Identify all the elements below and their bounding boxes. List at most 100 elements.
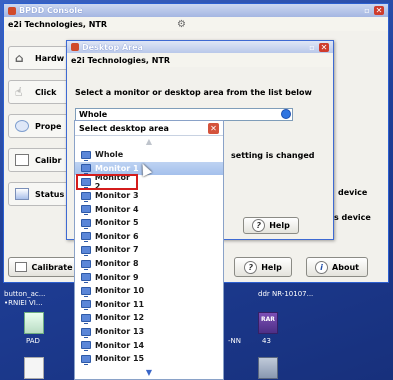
monitor-icon	[81, 273, 91, 284]
dropdown-close-icon[interactable]: ✕	[208, 122, 219, 134]
dropdown-header-label: Select desktop area	[79, 123, 169, 133]
calibrate-button[interactable]: Calibrate	[8, 257, 80, 277]
about-button[interactable]: i About	[306, 257, 368, 277]
help-icon: ?	[252, 219, 266, 232]
monitor-icon	[81, 218, 91, 229]
monitor-icon	[81, 205, 91, 216]
item-label: Monitor 9	[95, 272, 139, 282]
device-text-2: s device	[334, 213, 371, 222]
dropdown-list: Whole Monitor 1 Monitor 2 Monitor 3 Moni…	[75, 148, 223, 366]
dropdown-item-whole[interactable]: Whole	[75, 148, 223, 162]
console-title: BPDD Console	[19, 6, 83, 15]
rar-archive-icon[interactable]: RAR	[258, 312, 278, 334]
monitor-icon	[81, 341, 91, 352]
item-label: Monitor 11	[95, 299, 145, 309]
desktop-label-mid: ddr NR-10107...	[258, 290, 314, 298]
monitor-icon	[81, 259, 91, 270]
nav-label: Hardw	[35, 53, 65, 63]
monitor-icon	[81, 300, 91, 311]
close-icon[interactable]: ✕	[374, 6, 384, 15]
monitor-icon	[81, 286, 91, 297]
item-label: Monitor 13	[95, 327, 145, 337]
info-icon: i	[315, 260, 329, 274]
dropdown-item-monitor-7[interactable]: Monitor 7	[75, 243, 223, 257]
setting-changed-text: setting is changed	[231, 151, 315, 160]
help-icon: ?	[244, 260, 258, 274]
about-label: About	[332, 262, 359, 272]
item-label: Monitor 12	[95, 313, 145, 323]
properties-icon	[15, 120, 29, 132]
dropdown-item-monitor-14[interactable]: Monitor 14	[75, 338, 223, 352]
console-org-name: e2i Technologies, NTR	[8, 19, 107, 29]
dropdown-item-monitor-3[interactable]: Monitor 3	[75, 189, 223, 203]
monitor-icon	[81, 313, 91, 324]
desktop-app-icon[interactable]	[24, 312, 44, 334]
monitor-icon	[81, 164, 91, 175]
dialog-titlebar[interactable]: Desktop Area ▫ ✕	[67, 41, 333, 53]
dialog-help-label: Help	[269, 221, 290, 230]
combo-dropdown-button[interactable]	[279, 108, 292, 121]
monitor-icon	[81, 177, 91, 188]
dropdown-item-monitor-6[interactable]: Monitor 6	[75, 230, 223, 244]
desktop-doc-icon[interactable]	[24, 357, 44, 379]
monitor-icon	[81, 150, 91, 161]
dropdown-item-monitor-12[interactable]: Monitor 12	[75, 311, 223, 325]
dropdown-item-monitor-15[interactable]: Monitor 15	[75, 352, 223, 366]
status-icon	[15, 188, 29, 200]
device-text-1: device	[338, 188, 368, 197]
calibrate-icon	[15, 262, 28, 272]
nav-label: Prope	[35, 121, 62, 131]
help-label: Help	[261, 262, 282, 272]
dropdown-item-monitor-2[interactable]: Monitor 2	[76, 172, 138, 191]
desktop-label-pad: PAD	[26, 337, 40, 345]
console-titlebar[interactable]: BPDD Console ▫ ✕	[4, 4, 388, 17]
dropdown-item-monitor-4[interactable]: Monitor 4	[75, 202, 223, 216]
desktop-computer-icon[interactable]	[258, 357, 278, 379]
calibrate-icon	[15, 154, 29, 166]
item-label: Whole	[95, 150, 124, 160]
combo-value: Whole	[79, 110, 108, 119]
dialog-restore-icon[interactable]: ▫	[307, 43, 317, 52]
item-label: Monitor 2	[94, 172, 130, 191]
item-label: Monitor 8	[95, 259, 139, 269]
monitor-icon	[81, 232, 91, 243]
item-label: Monitor 5	[95, 218, 139, 228]
dropdown-item-monitor-5[interactable]: Monitor 5	[75, 216, 223, 230]
dialog-title: Desktop Area	[82, 42, 143, 52]
nav-label: Click	[35, 87, 57, 97]
dropdown-item-monitor-10[interactable]: Monitor 10	[75, 284, 223, 298]
dropdown-item-monitor-8[interactable]: Monitor 8	[75, 257, 223, 271]
calibrate-label: Calibrate	[31, 262, 73, 272]
help-button[interactable]: ? Help	[234, 257, 292, 277]
dialog-close-icon[interactable]: ✕	[319, 42, 329, 52]
scroll-up-arrow-icon[interactable]: ▲	[75, 136, 223, 148]
nav-label: Calibr	[35, 155, 62, 165]
monitor-icon	[81, 245, 91, 256]
hardware-icon: ⌂	[15, 51, 24, 65]
dropdown-item-monitor-11[interactable]: Monitor 11	[75, 298, 223, 312]
restore-icon[interactable]: ▫	[362, 6, 372, 15]
dialog-org-name: e2i Technologies, NTR	[71, 55, 170, 65]
item-label: Monitor 1	[95, 163, 139, 173]
monitor-icon	[81, 191, 91, 202]
item-label: Monitor 15	[95, 354, 145, 364]
dialog-prompt: Select a monitor or desktop area from th…	[75, 88, 312, 97]
dropdown-item-monitor-13[interactable]: Monitor 13	[75, 325, 223, 339]
dropdown-header: Select desktop area ✕	[75, 121, 223, 136]
item-label: Monitor 14	[95, 340, 145, 350]
console-org-bar: e2i Technologies, NTR ⚙	[4, 17, 388, 31]
desktop-area-dropdown: Select desktop area ✕ ▲ Whole Monitor 1 …	[74, 120, 224, 380]
scroll-down-arrow-icon[interactable]: ▼	[75, 368, 223, 377]
dialog-help-button[interactable]: ? Help	[243, 217, 299, 234]
dropdown-arrow-icon	[281, 109, 291, 119]
settings-gear-icon[interactable]: ⚙	[177, 19, 186, 30]
dialog-app-icon	[71, 43, 79, 51]
desktop-label-43: 43	[262, 337, 271, 345]
hand-icon: ☝	[15, 85, 23, 99]
item-label: Monitor 6	[95, 231, 139, 241]
monitor-icon	[81, 354, 91, 365]
dropdown-item-monitor-9[interactable]: Monitor 9	[75, 270, 223, 284]
item-label: Monitor 3	[95, 191, 139, 201]
nav-label: Status	[35, 189, 65, 199]
desktop-label-button: button_ac...	[4, 290, 46, 298]
